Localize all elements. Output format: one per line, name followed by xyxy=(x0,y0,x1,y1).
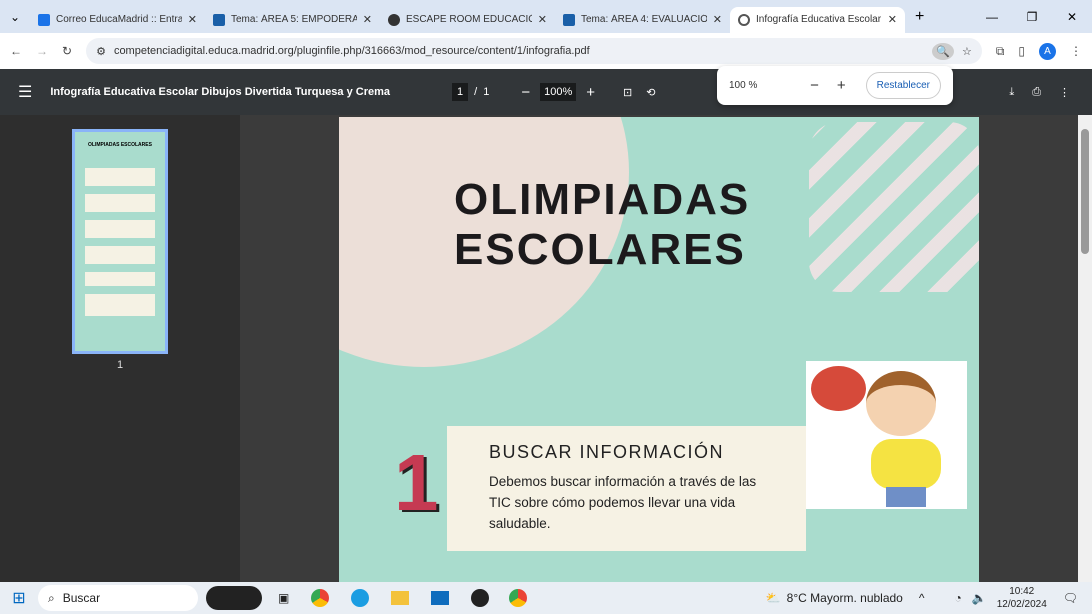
pdf-page: OLIMPIADAS ESCOLARES 1 BUSCAR INFORMACIÓ… xyxy=(339,117,979,587)
notifications-icon[interactable]: 🗨 xyxy=(1063,591,1078,605)
file-explorer-icon[interactable] xyxy=(391,591,410,605)
download-icon[interactable]: ⤓ xyxy=(1009,86,1014,99)
child-fruits-illustration xyxy=(806,361,967,509)
close-tab-icon[interactable]: ✕ xyxy=(188,13,197,26)
new-tab-button[interactable]: + xyxy=(915,8,924,26)
wifi-icon[interactable]: ◔ xyxy=(955,591,962,605)
page-count: 1 xyxy=(483,86,490,98)
maximize-button[interactable]: ❐ xyxy=(1012,10,1052,24)
menu-icon[interactable]: ⋮ xyxy=(1070,44,1082,58)
document-title: Infografía Educativa Escolar Dibujos Div… xyxy=(50,86,391,98)
chrome-icon[interactable] xyxy=(311,589,330,607)
hamburger-menu-icon[interactable]: ☰ xyxy=(18,82,32,102)
zoom-minus-button[interactable]: − xyxy=(810,77,819,94)
rotate-icon[interactable]: ⟲ xyxy=(646,86,655,99)
site-icon xyxy=(388,13,400,26)
close-window-button[interactable]: ✕ xyxy=(1052,10,1092,24)
mail-icon xyxy=(38,13,50,26)
sidepanel-icon[interactable]: ▯ xyxy=(1018,44,1025,58)
avatar[interactable]: A xyxy=(1039,42,1056,60)
zoom-popup: 100 % − + Restablecer xyxy=(717,66,953,105)
step-text: Debemos buscar información a través de l… xyxy=(489,474,757,531)
scrollbar[interactable] xyxy=(1078,115,1092,582)
page-input[interactable]: 1 xyxy=(452,83,469,101)
search-icon: ⌕ xyxy=(48,590,55,605)
thumbnail-title: OLIMPIADAS ESCOLARES xyxy=(88,142,152,148)
reset-zoom-button[interactable]: Restablecer xyxy=(865,72,941,99)
reload-icon[interactable]: ↻ xyxy=(62,44,72,58)
tab-list-button[interactable]: ⌄ xyxy=(0,10,30,24)
app-icon[interactable] xyxy=(471,589,490,607)
thumbnail-page-number: 1 xyxy=(117,359,124,371)
taskbar: ⊞ ⌕ Buscar ▣ ⛅ 8°C Mayorm. nublado ^ ◔ 🔈 … xyxy=(0,582,1092,614)
tab-infografia[interactable]: Infografía Educativa Escolar ✕ xyxy=(730,6,905,33)
site-info-icon[interactable]: ⚙ xyxy=(96,45,106,58)
extensions-icon[interactable]: ⧉ xyxy=(996,44,1005,59)
url-field[interactable]: ⚙ competenciadigital.educa.madrid.org/plu… xyxy=(86,38,982,64)
tab-area4[interactable]: Tema: ÁREA 4: EVALUACIÓN ✕ xyxy=(555,7,730,33)
taskbar-search[interactable]: ⌕ Buscar xyxy=(38,585,198,611)
thumbnail-sidebar: OLIMPIADAS ESCOLARES 1 xyxy=(0,115,240,582)
back-icon[interactable]: ← xyxy=(10,44,22,58)
tab-correo[interactable]: Correo EducaMadrid :: Entra ✕ xyxy=(30,7,205,33)
clock[interactable]: 10:42 12/02/2024 xyxy=(997,585,1047,611)
pdf-viewer: OLIMPIADAS ESCOLARES 1 BUSCAR INFORMACIÓ… xyxy=(240,115,1078,587)
zoom-input[interactable]: 100% xyxy=(540,83,577,101)
step-card: BUSCAR INFORMACIÓN Debemos buscar inform… xyxy=(447,426,806,551)
more-icon[interactable]: ⋮ xyxy=(1059,86,1070,99)
edge-icon[interactable] xyxy=(351,589,370,607)
zoom-value: 100 % xyxy=(729,80,758,91)
forward-icon[interactable]: → xyxy=(36,44,48,58)
moodle-icon xyxy=(213,13,225,26)
mail-app-icon[interactable] xyxy=(431,591,450,605)
volume-icon[interactable]: 🔈 xyxy=(972,591,987,605)
close-tab-icon[interactable]: ✕ xyxy=(538,13,547,26)
document-title: OLIMPIADAS ESCOLARES xyxy=(454,175,751,274)
chrome-active-icon[interactable] xyxy=(509,589,528,607)
weather-text[interactable]: 8°C Mayorm. nublado xyxy=(787,591,903,605)
page-thumbnail[interactable]: OLIMPIADAS ESCOLARES xyxy=(72,129,168,354)
fit-page-icon[interactable]: ⊡ xyxy=(623,86,632,99)
tab-escape-room[interactable]: ESCAPE ROOM EDUCACIÓN ✕ xyxy=(380,7,555,33)
tray-chevron-icon[interactable]: ^ xyxy=(919,591,925,605)
tab-bar: ⌄ Correo EducaMadrid :: Entra ✕ Tema: ÁRE… xyxy=(0,0,1092,33)
copilot-icon[interactable] xyxy=(206,586,262,610)
close-tab-icon[interactable]: ✕ xyxy=(888,13,897,26)
close-tab-icon[interactable]: ✕ xyxy=(363,13,372,26)
address-bar-row: ← → ↻ ⚙ competenciadigital.educa.madrid.o… xyxy=(0,33,1092,69)
weather-icon[interactable]: ⛅ xyxy=(766,591,781,605)
zoom-out-button[interactable]: − xyxy=(521,84,530,101)
step-title: BUSCAR INFORMACIÓN xyxy=(489,442,725,462)
moodle-icon xyxy=(563,13,575,26)
close-tab-icon[interactable]: ✕ xyxy=(713,13,722,26)
zoom-icon[interactable]: 🔍 xyxy=(932,42,954,60)
globe-icon xyxy=(738,13,750,26)
bookmark-star-icon[interactable]: ☆ xyxy=(962,45,972,58)
task-view-icon[interactable]: ▣ xyxy=(278,591,289,605)
zoom-in-button[interactable]: + xyxy=(586,84,595,101)
minimize-button[interactable]: — xyxy=(972,10,1012,24)
tab-area5[interactable]: Tema: ÁREA 5: EMPODERAM ✕ xyxy=(205,7,380,33)
print-icon[interactable]: ⎙ xyxy=(1032,86,1041,99)
zoom-plus-button[interactable]: + xyxy=(837,77,846,94)
windows-start-icon[interactable]: ⊞ xyxy=(0,588,38,608)
step-number: 1 xyxy=(394,438,439,527)
